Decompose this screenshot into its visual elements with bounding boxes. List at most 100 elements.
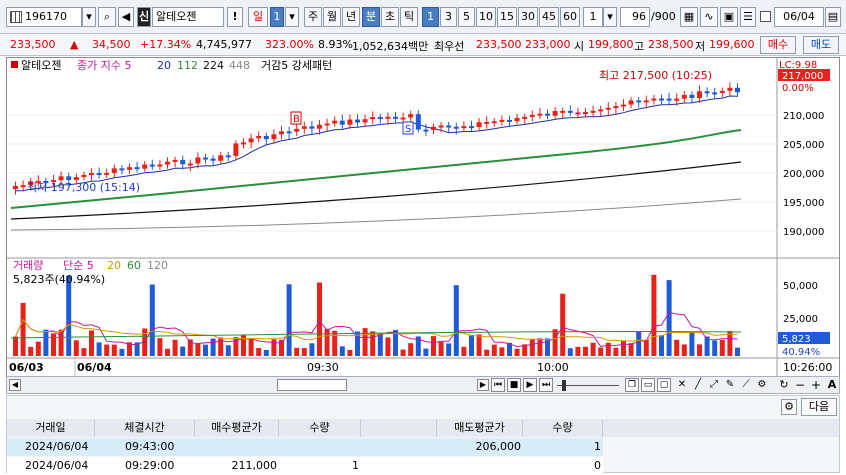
candle-body xyxy=(674,98,680,101)
interval-30[interactable]: 30 xyxy=(518,7,538,27)
speaker-icon[interactable]: ◀ xyxy=(118,7,134,27)
candle-body xyxy=(111,168,117,173)
col-buy-avg[interactable]: 매수평균가 xyxy=(195,419,279,437)
cell-buy-avg: 211,000 xyxy=(231,459,278,472)
zoom-reset-icon[interactable]: ↻ xyxy=(777,378,791,392)
period-day-count[interactable]: 1 xyxy=(270,7,284,27)
zoom-in-icon[interactable]: + xyxy=(809,378,823,392)
table-row[interactable]: 2024/06/04 09:43:00 206,000 1 xyxy=(7,438,603,456)
zoom-out-icon[interactable]: − xyxy=(793,378,807,392)
interval-45[interactable]: 45 xyxy=(539,7,559,27)
code-dropdown[interactable]: ▾ xyxy=(82,7,96,27)
volume-bar xyxy=(96,342,102,356)
tab-tick[interactable]: 틱 xyxy=(400,7,418,27)
interval-15[interactable]: 15 xyxy=(497,7,517,27)
fast-forward-icon[interactable]: ⏭ xyxy=(539,378,553,392)
open-price: 199,800 xyxy=(588,38,634,51)
col-trade-date[interactable]: 거래일 xyxy=(7,419,95,437)
period-day-button[interactable]: 일 xyxy=(248,7,268,27)
screenshot-icon[interactable]: ▭ xyxy=(641,378,655,392)
play-icon[interactable]: ▶ xyxy=(523,378,537,392)
volume-bar xyxy=(51,333,56,356)
count-input[interactable]: 1 xyxy=(583,7,603,27)
col-buy-qty[interactable]: 수량 xyxy=(279,419,361,437)
volume-ma20-legend: 20 xyxy=(107,259,121,272)
trend-tool-icon[interactable]: ⟋ xyxy=(739,378,753,392)
candle-body xyxy=(651,98,657,101)
stock-name[interactable]: 알테오젠 xyxy=(152,7,224,27)
volume-bar xyxy=(286,284,292,356)
period-dropdown[interactable]: ▾ xyxy=(285,7,299,27)
settings-tool-icon[interactable]: ⚙ xyxy=(755,378,769,392)
tab-second[interactable]: 초 xyxy=(381,7,399,27)
calendar-icon[interactable]: ▤ xyxy=(825,7,841,27)
buy-button[interactable]: 매수 xyxy=(760,36,796,54)
sell-button[interactable]: 매도 xyxy=(803,36,839,54)
price-axis: 210,000 205,000 200,000 195,000 190,000 xyxy=(783,111,824,238)
open-label: 시 xyxy=(574,40,585,53)
next-button[interactable]: 다음 xyxy=(801,398,837,416)
col-exec-time[interactable]: 체결시간 xyxy=(95,419,195,437)
cell-buy-qty: 1 xyxy=(352,459,359,472)
stop-icon[interactable]: ■ xyxy=(507,378,521,392)
volume-bar xyxy=(73,340,79,356)
speed-slider[interactable] xyxy=(557,385,619,386)
interval-10[interactable]: 10 xyxy=(476,7,496,27)
volume-bars[interactable] xyxy=(13,274,740,356)
interval-5[interactable]: 5 xyxy=(458,7,475,27)
interval-1[interactable]: 1 xyxy=(422,7,439,27)
measure-tool-icon[interactable]: ⤢ xyxy=(707,378,721,392)
candlesticks[interactable] xyxy=(13,82,740,195)
copy-icon[interactable]: ❐ xyxy=(625,378,639,392)
count-dropdown[interactable]: ▾ xyxy=(603,7,617,27)
rewind-icon[interactable]: ⏮ xyxy=(491,378,505,392)
candle-body xyxy=(286,131,292,134)
menu-icon[interactable]: ☰ xyxy=(740,7,756,27)
tab-month[interactable]: 월 xyxy=(323,7,341,27)
scroll-right-button[interactable]: ▶ xyxy=(477,379,489,391)
legend-checkbox[interactable] xyxy=(11,61,18,68)
line-tool-icon[interactable]: ╱ xyxy=(691,378,705,392)
candle-body xyxy=(195,157,201,164)
speed-slider-handle[interactable] xyxy=(562,380,566,391)
stock-code-input[interactable]: 196170 xyxy=(6,7,82,27)
scroll-thumb[interactable] xyxy=(277,379,347,391)
price-chart[interactable]: 알테오젠 종가 지수 5 20 112 224 448 거감5 강세패턴 최고 … xyxy=(7,58,839,376)
trade-value: 1,052,634백만 xyxy=(352,40,429,53)
candle-body xyxy=(507,119,512,122)
bars-input[interactable]: 96 xyxy=(620,7,650,27)
change-arrow: ▲ xyxy=(70,38,79,51)
gear-icon[interactable]: ⚙ xyxy=(781,399,797,415)
interval-60[interactable]: 60 xyxy=(560,7,580,27)
tab-year[interactable]: 년 xyxy=(342,7,360,27)
draw-tool-icon[interactable]: ✎ xyxy=(723,378,737,392)
volume-bar xyxy=(491,344,497,356)
col-sell-avg[interactable]: 매도평균가 xyxy=(437,419,523,437)
candle-body xyxy=(339,120,345,125)
cross-tool-icon[interactable]: ✕ xyxy=(675,378,689,392)
table-row[interactable]: 2024/06/04 09:29:00 211,000 1 0 xyxy=(7,457,603,475)
scroll-left-button[interactable]: ◀ xyxy=(9,379,21,391)
search-icon[interactable]: ⌕ xyxy=(98,7,116,27)
interval-3[interactable]: 3 xyxy=(440,7,457,27)
price-axis-label: 205,000 xyxy=(783,140,824,151)
vol-tag-text: 5,823 xyxy=(782,334,811,345)
window-icon[interactable]: ▢ xyxy=(657,378,671,392)
alert-button[interactable]: ! xyxy=(227,7,243,27)
tab-week[interactable]: 주 xyxy=(304,7,322,27)
time-label-0603: 06/03 xyxy=(9,361,44,374)
save-icon[interactable]: ▣ xyxy=(720,7,738,27)
date-input[interactable]: 06/04 xyxy=(774,7,824,27)
chart-area[interactable]: 알테오젠 종가 지수 5 20 112 224 448 거감5 강세패턴 최고 … xyxy=(6,57,840,377)
col-sell-qty[interactable]: 수량 xyxy=(523,419,603,437)
candle-body xyxy=(210,158,216,161)
chart-type-icon[interactable]: ∿ xyxy=(700,7,718,27)
volume-ma120-legend: 120 xyxy=(147,259,168,272)
candle-body xyxy=(203,157,208,160)
candle-body xyxy=(659,98,664,101)
tab-minute[interactable]: 분 xyxy=(362,7,380,27)
font-size-icon[interactable]: A xyxy=(825,378,839,392)
grid-settings-icon[interactable]: ▦ xyxy=(680,7,698,27)
date-checkbox[interactable] xyxy=(760,11,771,22)
candle-body xyxy=(727,87,733,91)
